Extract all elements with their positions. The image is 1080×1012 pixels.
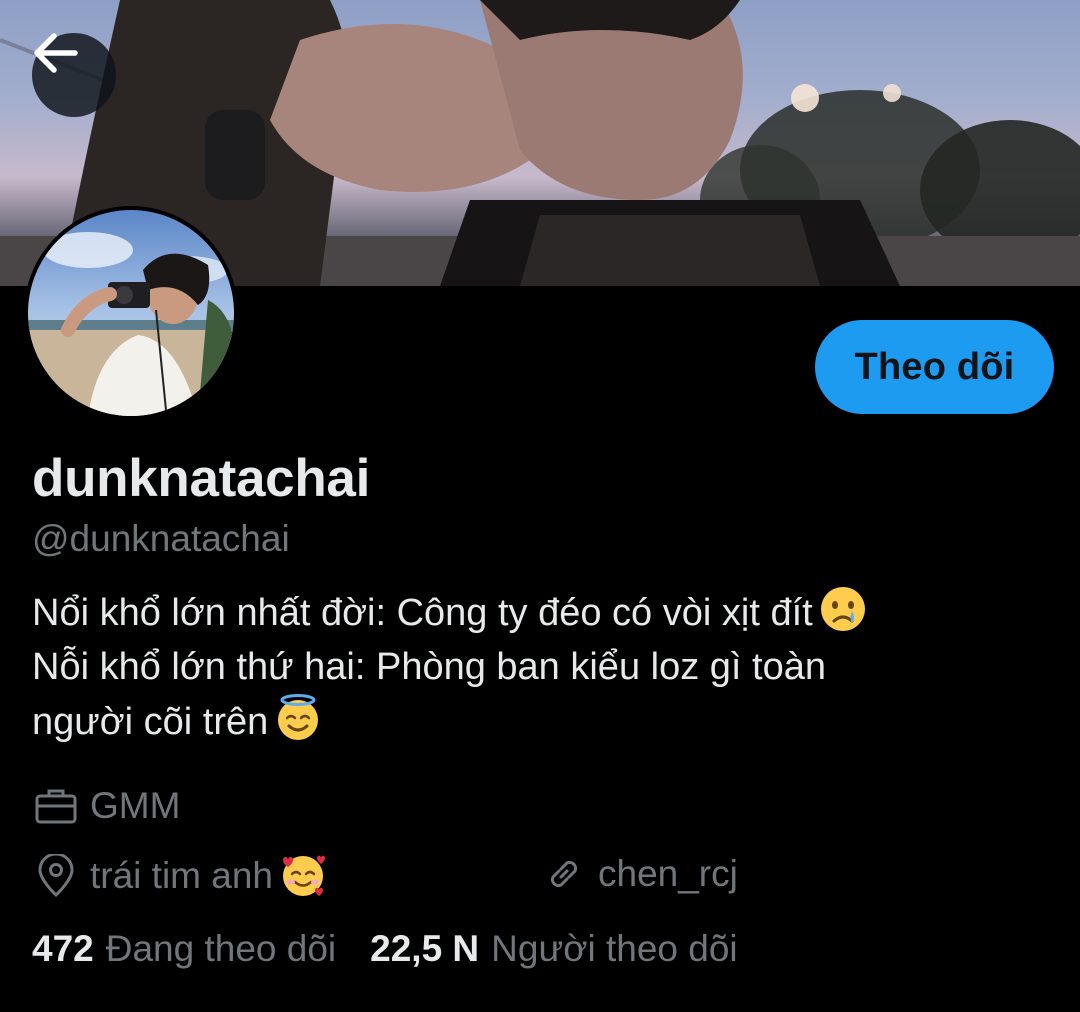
follow-button[interactable]: Theo dõi bbox=[815, 320, 1054, 414]
avatar-photo bbox=[28, 210, 234, 416]
following-link[interactable]: 472 Đang theo dõi bbox=[32, 928, 336, 970]
work-info: GMM bbox=[34, 784, 180, 828]
bio: Nổi khổ lớn nhất đời: Công ty đéo có vòi… bbox=[32, 585, 1052, 749]
following-count: 472 bbox=[32, 928, 94, 969]
display-name: dunknatachai bbox=[32, 449, 371, 508]
following-label: Đang theo dõi bbox=[105, 928, 337, 969]
smiling-face-with-hearts-emoji bbox=[283, 855, 326, 896]
location-pin-icon bbox=[38, 854, 74, 898]
smiling-face-with-halo-emoji bbox=[278, 694, 319, 740]
followers-count: 22,5 N bbox=[370, 928, 480, 969]
avatar[interactable] bbox=[24, 206, 238, 420]
website-link[interactable]: chen_rcj bbox=[598, 853, 738, 895]
bio-line-text: Nỗi khổ lớn thứ hai: Phòng ban kiểu loz … bbox=[32, 646, 826, 688]
location-info: trái tim anh bbox=[34, 852, 327, 900]
bio-line-text: Nổi khổ lớn nhất đời: Công ty đéo có vòi… bbox=[32, 592, 813, 634]
website-info[interactable]: chen_rcj bbox=[542, 852, 738, 896]
arrow-left-icon bbox=[34, 33, 78, 73]
followers-link[interactable]: 22,5 N Người theo dõi bbox=[370, 928, 738, 970]
follow-stats: 472 Đang theo dõi 22,5 N Người theo dõi bbox=[32, 928, 738, 970]
bio-line-text: người cõi trên bbox=[32, 701, 269, 743]
followers-label: Người theo dõi bbox=[491, 928, 738, 969]
username-handle: @dunknatachai bbox=[32, 518, 290, 559]
bio-line: Nổi khổ lớn nhất đời: Công ty đéo có vòi… bbox=[32, 585, 1052, 640]
work-text: GMM bbox=[90, 785, 181, 826]
briefcase-icon bbox=[35, 789, 77, 824]
location-text: trái tim anh bbox=[90, 855, 274, 896]
crying-face-emoji bbox=[820, 587, 865, 631]
bio-line: Nỗi khổ lớn thứ hai: Phòng ban kiểu loz … bbox=[32, 640, 1052, 694]
bio-line: người cõi trên bbox=[32, 694, 1052, 749]
link-icon bbox=[550, 860, 578, 888]
back-button[interactable] bbox=[32, 33, 116, 117]
